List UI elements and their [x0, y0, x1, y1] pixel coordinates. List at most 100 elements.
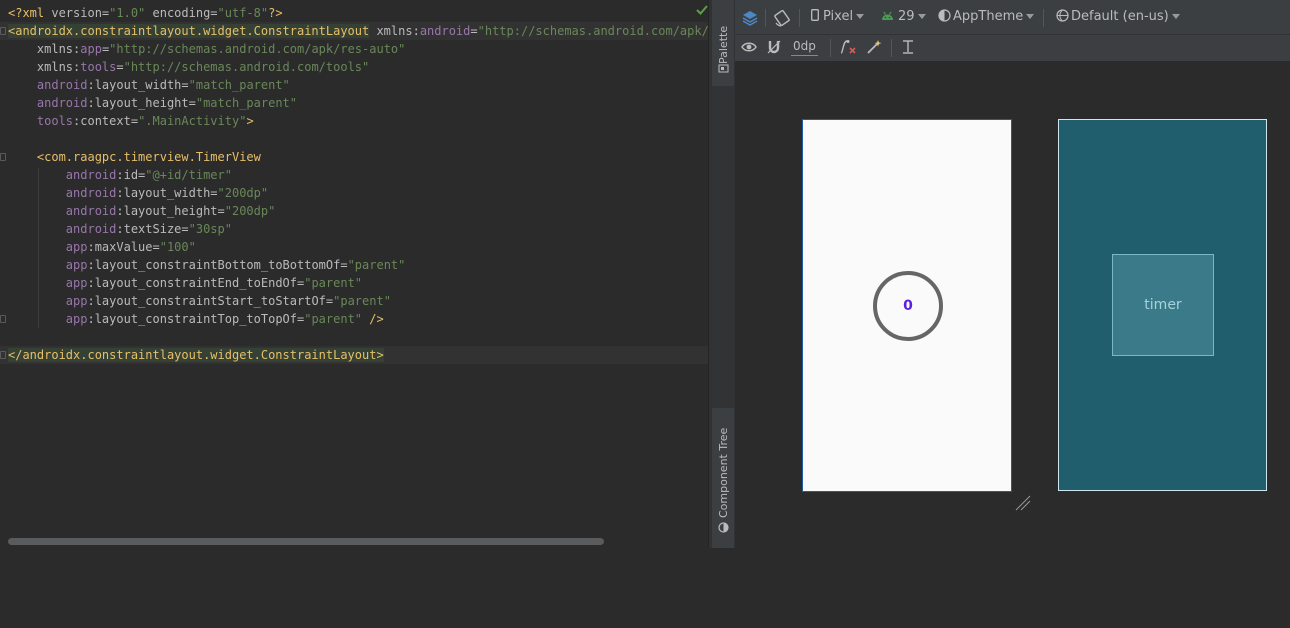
blueprint-timer-view[interactable]: timer [1112, 254, 1214, 356]
fold-marker[interactable] [0, 27, 6, 35]
code-token: :layout_constraintStart_toStartOf= [87, 294, 334, 308]
blueprint-preview-screen[interactable]: timer [1058, 119, 1267, 491]
resize-handle-icon[interactable] [1014, 494, 1032, 512]
theme-label: AppTheme [953, 9, 1024, 24]
code-token: app [65, 276, 88, 290]
component-tree-label: Component Tree [717, 427, 730, 518]
code-token: = [116, 60, 124, 74]
timer-view[interactable]: 0 [873, 271, 943, 341]
code-token: <com.raagpc.timerview.TimerView [36, 150, 261, 164]
code-token: "parent" [347, 258, 406, 272]
side-tool-strip: Palette Component Tree [712, 0, 735, 548]
fold-marker[interactable] [0, 351, 6, 359]
code-line[interactable]: app:layout_constraintTop_toTopOf="parent… [8, 310, 384, 328]
code-token: :layout_width= [116, 186, 218, 200]
code-token: /> [362, 312, 384, 326]
code-line[interactable]: android:textSize="30sp" [8, 220, 232, 238]
code-line[interactable]: android:layout_height="match_parent" [8, 94, 297, 112]
code-line[interactable]: xmlns:app="http://schemas.android.com/ap… [8, 40, 406, 58]
code-editor[interactable]: <?xml version="1.0" encoding="utf-8"?> <a… [0, 0, 708, 548]
code-line[interactable]: app:layout_constraintEnd_toEndOf="parent… [8, 274, 362, 292]
code-token: android [36, 96, 88, 110]
component-tree-tab[interactable]: Component Tree [712, 428, 734, 628]
phone-icon [811, 9, 819, 21]
code-token: app [65, 294, 88, 308]
checkmark-icon [696, 5, 708, 15]
code-token: "http://schemas.android.com/apk/res-auto… [109, 42, 406, 56]
design-toolbar: Pixel 29 AppTheme Default (en-us) [735, 0, 1290, 35]
code-token: "100" [159, 240, 196, 254]
code-line[interactable]: android:id="@+id/timer" [8, 166, 232, 184]
code-token: :layout_constraintTop_toTopOf= [87, 312, 305, 326]
code-line[interactable]: <com.raagpc.timerview.TimerView [8, 148, 261, 166]
code-token: "1.0" [109, 6, 146, 20]
code-line[interactable]: tools:context=".MainActivity"> [8, 112, 254, 130]
code-token: <?xml [8, 6, 52, 20]
code-token: android [36, 78, 88, 92]
code-line[interactable]: app:maxValue="100" [8, 238, 196, 256]
device-dropdown[interactable]: Pixel [811, 8, 865, 26]
code-token: tools [36, 114, 74, 128]
code-token: <androidx.constraintlayout.widget.Constr… [8, 24, 370, 38]
code-token: xmlns: [8, 42, 81, 56]
code-token: android [419, 24, 471, 38]
code-token: android [65, 204, 117, 218]
fold-marker[interactable] [0, 315, 6, 323]
code-line[interactable]: app:layout_constraintBottom_toBottomOf="… [8, 256, 406, 274]
code-token: "200dp" [217, 186, 269, 200]
code-line[interactable]: android:layout_width="200dp" [8, 184, 268, 202]
clear-constraints-icon[interactable] [839, 39, 857, 55]
api-level-dropdown[interactable]: 29 [881, 8, 926, 26]
code-token: "parent" [304, 276, 363, 290]
theme-dropdown[interactable]: AppTheme [938, 8, 1035, 26]
code-line[interactable]: <?xml version="1.0" encoding="utf-8"?> [8, 4, 283, 22]
code-line[interactable]: <androidx.constraintlayout.widget.Constr… [8, 22, 708, 40]
blueprint-timer-label: timer [1144, 297, 1182, 313]
infer-constraints-icon[interactable] [866, 39, 882, 55]
layers-icon[interactable] [741, 9, 759, 27]
code-token: :layout_height= [116, 204, 225, 218]
fold-marker[interactable] [0, 153, 6, 161]
rotate-icon[interactable] [773, 9, 791, 27]
code-token: tools [80, 60, 117, 74]
code-line[interactable]: android:layout_width="match_parent" [8, 76, 290, 94]
code-line[interactable]: </androidx.constraintlayout.widget.Const… [8, 346, 384, 364]
code-token: version= [51, 6, 110, 20]
code-line[interactable]: xmlns:tools="http://schemas.android.com/… [8, 58, 369, 76]
design-editor: Pixel 29 AppTheme Default (en-us) 0dp 0 … [735, 0, 1290, 548]
android-icon [882, 11, 893, 20]
default-margin-field[interactable]: 0dp [791, 39, 818, 56]
code-line[interactable]: app:layout_constraintStart_toStartOf="pa… [8, 292, 391, 310]
code-token: "match_parent" [195, 96, 298, 110]
eye-icon[interactable] [741, 40, 757, 54]
timer-value: 0 [903, 298, 913, 314]
code-token: ?> [268, 6, 283, 20]
design-canvas[interactable]: 0 timer [735, 62, 1290, 548]
code-line[interactable]: android:layout_height="200dp" [8, 202, 276, 220]
locale-label: Default (en-us) [1071, 9, 1169, 24]
code-token: android [65, 168, 117, 182]
guidelines-icon[interactable] [901, 39, 915, 55]
code-token: = [470, 24, 478, 38]
scrollbar-thumb[interactable] [8, 538, 604, 545]
default-margin-value: 0dp [793, 39, 816, 53]
code-token: ".MainActivity" [138, 114, 247, 128]
horizontal-scrollbar[interactable] [0, 536, 708, 548]
locale-dropdown[interactable]: Default (en-us) [1056, 8, 1180, 26]
code-token: app [65, 312, 88, 326]
code-token: android [65, 222, 117, 236]
code-token: "http://schemas.android.com/apk/res [477, 24, 708, 38]
design-preview-screen[interactable]: 0 [802, 119, 1012, 492]
toolbar-separator [891, 39, 892, 57]
magnet-icon[interactable] [766, 39, 782, 55]
code-token: "match_parent" [188, 78, 290, 92]
